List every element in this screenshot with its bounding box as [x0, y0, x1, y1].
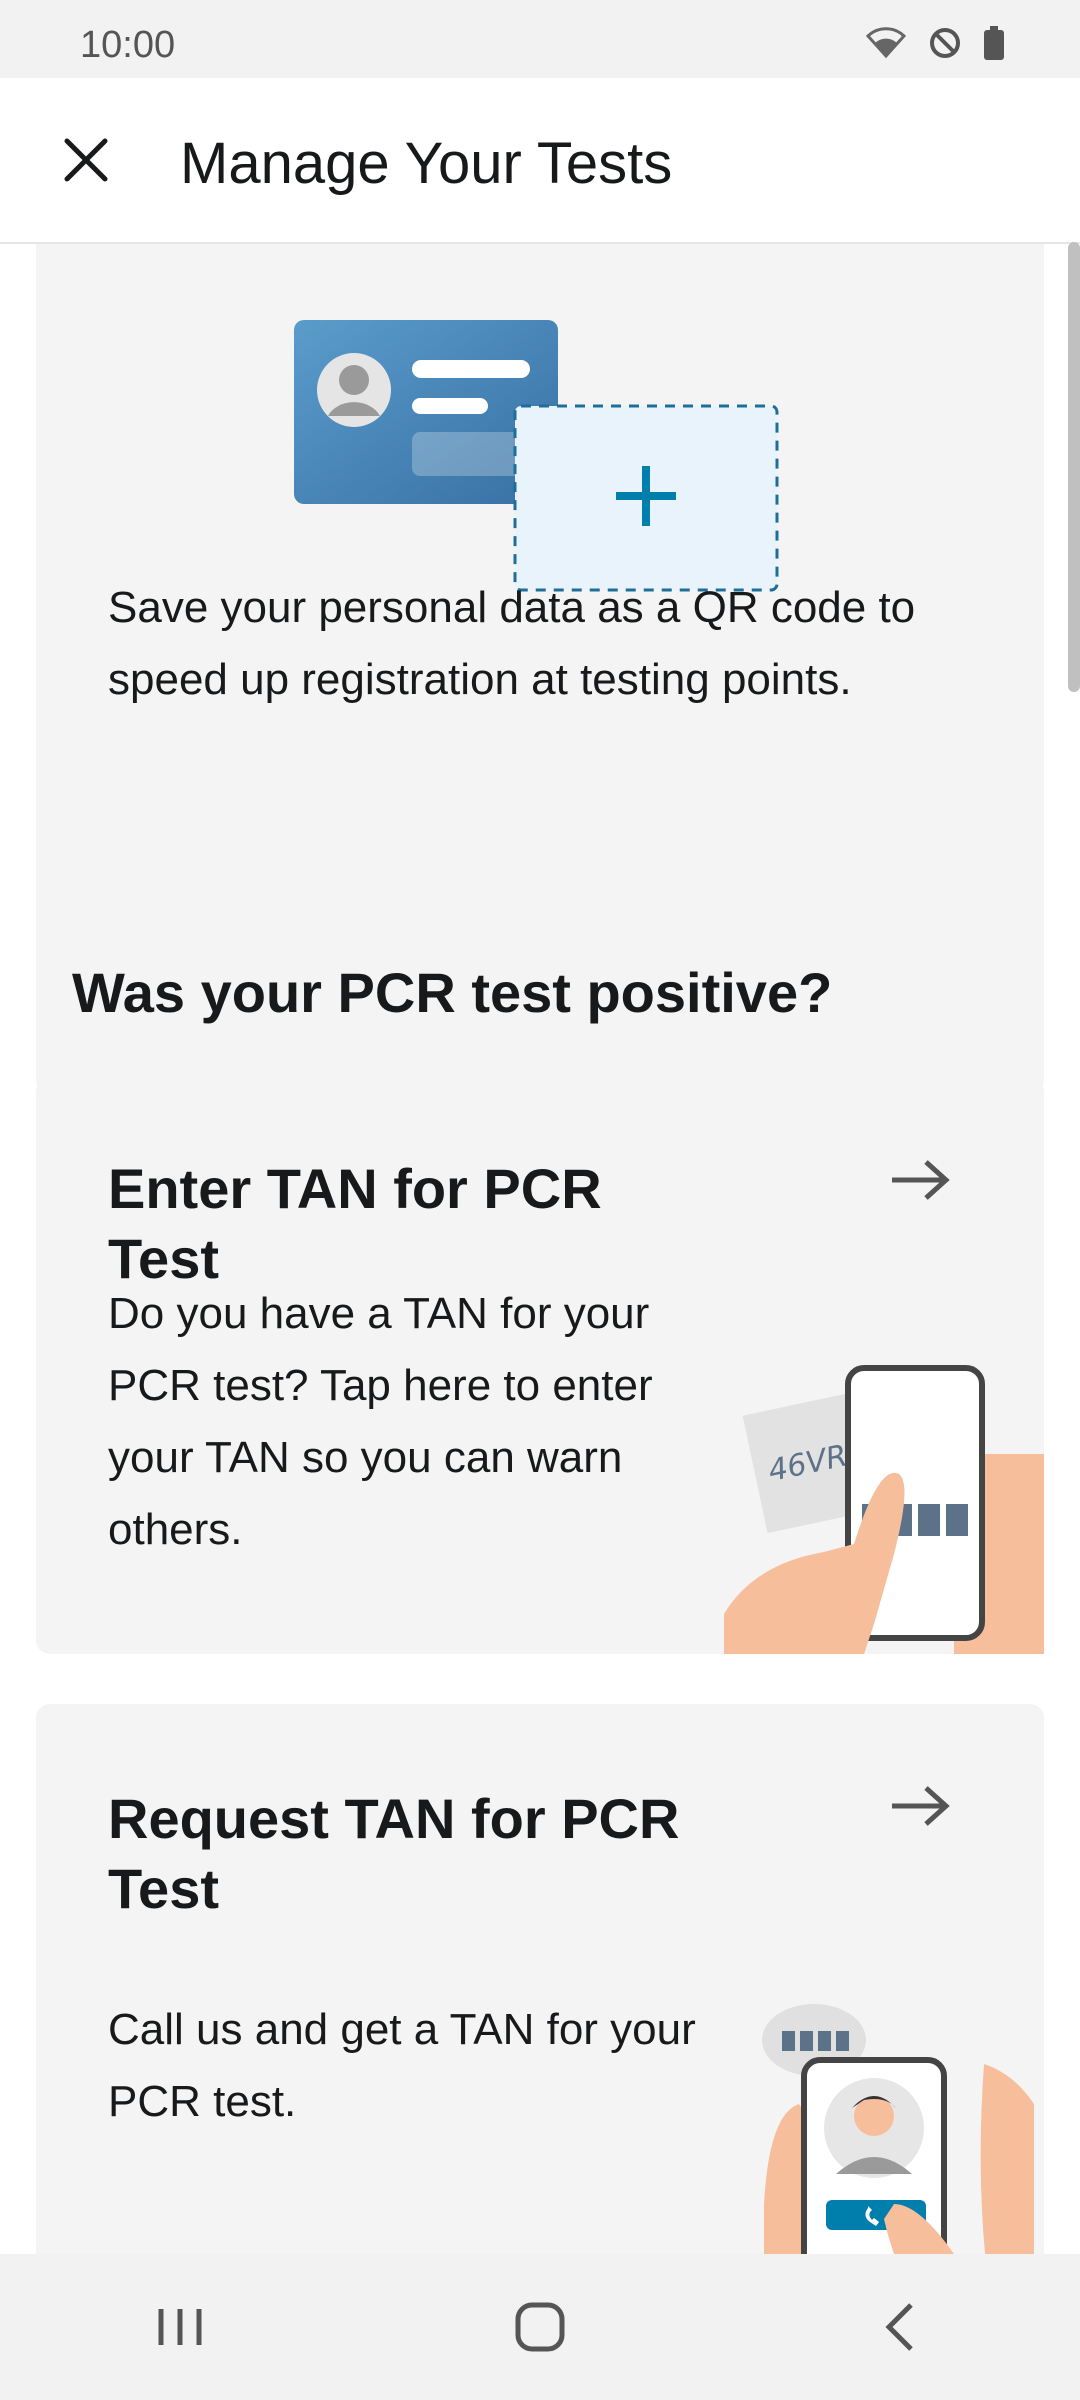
system-nav-bar	[0, 2254, 1080, 2400]
status-time: 10:00	[80, 24, 176, 66]
request-tan-card[interactable]: Request TAN for PCR Test Call us and get…	[36, 1704, 1044, 2254]
recents-button[interactable]	[120, 2277, 240, 2377]
enter-tan-illustration: 46VR	[724, 1365, 1044, 1654]
scroll-content[interactable]: Save your personal data as a QR code to …	[0, 244, 1080, 2254]
recents-icon	[158, 2309, 202, 2345]
enter-tan-title: Enter TAN for PCR Test	[108, 1157, 602, 1290]
request-tan-illustration	[762, 2004, 1034, 2254]
home-icon	[515, 2302, 565, 2352]
enter-tan-body: Do you have a TAN for your PCR test? Tap…	[108, 1289, 653, 1554]
status-bar: 10:00	[0, 0, 1080, 78]
section-heading: Was your PCR test positive?	[72, 961, 833, 1024]
back-icon	[885, 2303, 913, 2351]
request-tan-body: Call us and get a TAN for your PCR test.	[108, 2005, 696, 2126]
status-icons	[866, 26, 1004, 60]
profile-card-illustration	[294, 320, 779, 592]
back-button[interactable]	[840, 2277, 960, 2377]
wifi-icon	[866, 27, 906, 59]
app-bar: Manage Your Tests	[0, 78, 1080, 244]
arrow-right-icon	[892, 1160, 950, 1200]
close-button[interactable]	[44, 118, 128, 202]
page-title: Manage Your Tests	[180, 131, 673, 196]
battery-icon	[984, 26, 1004, 60]
home-button[interactable]	[480, 2277, 600, 2377]
scrollbar[interactable]	[1068, 242, 1080, 692]
do-not-disturb-icon	[930, 28, 960, 58]
close-icon	[64, 138, 108, 182]
profile-card-description: Save your personal data as a QR code to …	[108, 583, 916, 704]
request-tan-title: Request TAN for PCR Test	[108, 1787, 680, 1920]
arrow-right-icon	[892, 1786, 950, 1826]
enter-tan-card[interactable]: Enter TAN for PCR Test Do you have a TAN…	[36, 1078, 1044, 1654]
